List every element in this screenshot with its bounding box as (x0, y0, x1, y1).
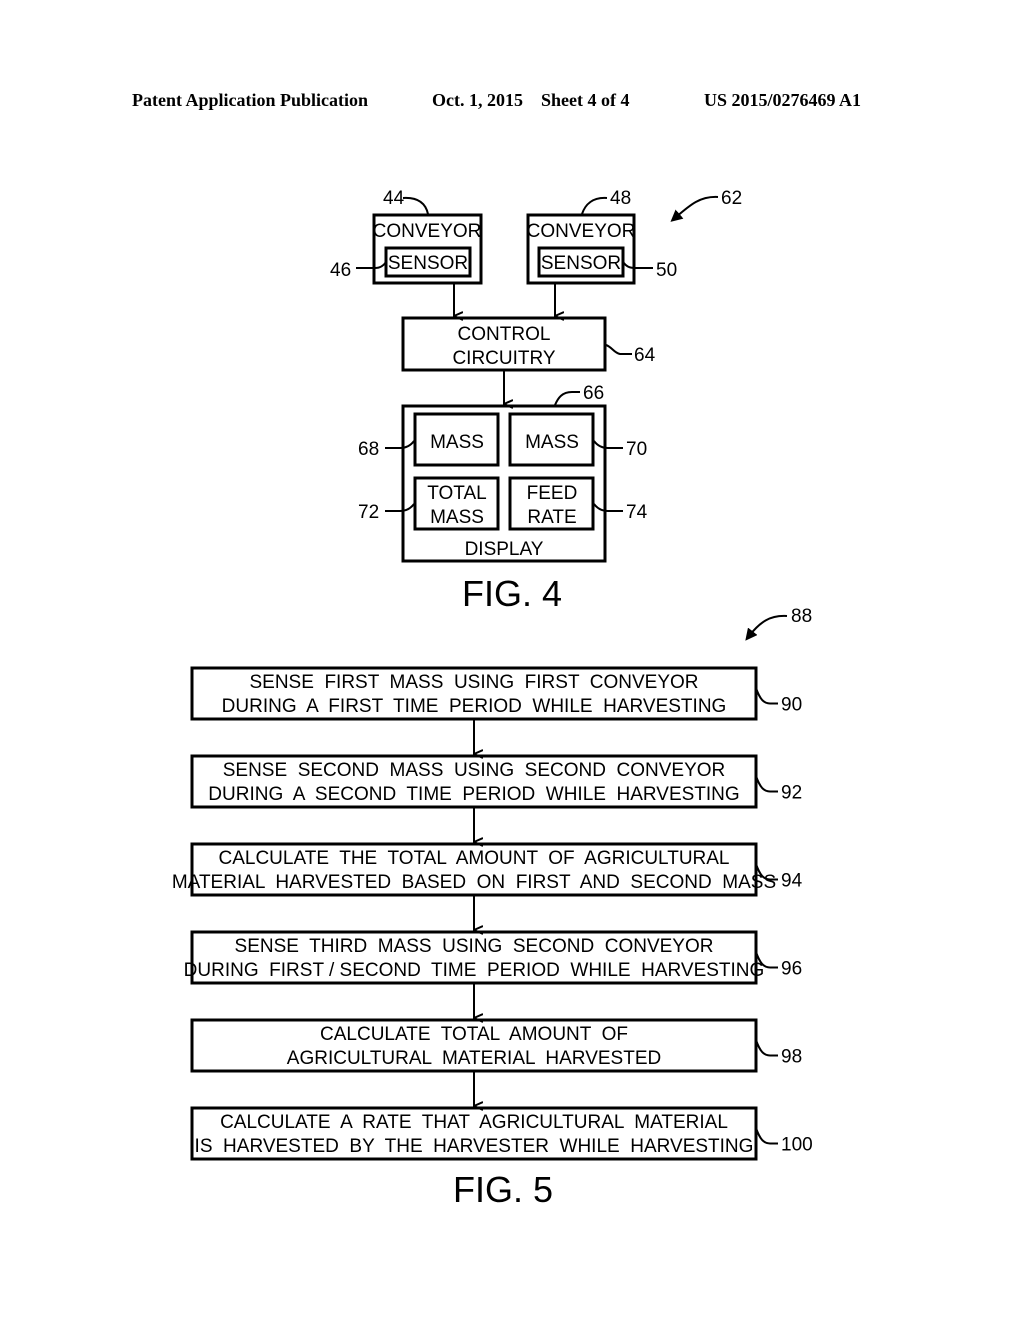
ref-92: 92 (781, 783, 802, 804)
ref-44: 44 (383, 188, 405, 209)
leader-68 (385, 440, 415, 449)
fig5-caption: FIG. 5 (453, 1169, 553, 1210)
leader-44 (402, 196, 429, 215)
ref-100: 100 (781, 1135, 813, 1156)
conveyor-2-block: CONVEYOR SENSOR (526, 213, 636, 285)
leader-74 (593, 503, 623, 512)
fig4: 62 CONVEYOR SENSOR 44 46 CONVEYOR SENSOR… (330, 188, 742, 614)
total-mass-line1: TOTAL (427, 483, 486, 504)
flow-step-92: SENSE SECOND MASS USING SECOND CONVEYOR D… (190, 754, 802, 809)
display-label: DISPLAY (465, 539, 544, 560)
ref-94: 94 (781, 871, 803, 892)
leader-48 (581, 196, 608, 215)
flow-step-line1: SENSE FIRST MASS USING FIRST CONVEYOR (249, 672, 698, 693)
sensor-1-label: SENSOR (388, 253, 468, 274)
flow-step-line2: IS HARVESTED BY THE HARVESTER WHILE HARV… (195, 1136, 754, 1157)
sensor-2-label: SENSOR (541, 253, 621, 274)
flow-step-line1: CALCULATE A RATE THAT AGRICULTURAL MATER… (220, 1112, 728, 1133)
ref-88: 88 (791, 606, 812, 627)
ref-46: 46 (330, 260, 351, 281)
ref-98: 98 (781, 1047, 802, 1068)
flow-step-line1: SENSE SECOND MASS USING SECOND CONVEYOR (223, 760, 726, 781)
flow-step-line1: CALCULATE TOTAL AMOUNT OF (320, 1024, 628, 1045)
leader-70 (593, 440, 623, 449)
leader-90 (755, 687, 778, 705)
ref-72: 72 (358, 502, 379, 523)
ref-74: 74 (626, 502, 648, 523)
display-block: MASS MASS TOTAL MASS FEED RATE DISPLAY (401, 404, 607, 563)
flow-step-line2: MATERIAL HARVESTED BASED ON FIRST AND SE… (172, 872, 776, 893)
ref-90: 90 (781, 695, 802, 716)
flow-step-line2: DURING A FIRST TIME PERIOD WHILE HARVEST… (222, 696, 727, 717)
feed-rate-line1: FEED (527, 483, 578, 504)
total-mass-line2: MASS (430, 507, 484, 528)
flow-step-line2: DURING FIRST / SECOND TIME PERIOD WHILE … (184, 960, 765, 981)
feed-rate-line2: RATE (527, 507, 576, 528)
control-circuitry-block: CONTROL CIRCUITRY (401, 316, 607, 372)
leader-100 (755, 1127, 778, 1145)
flow-step-90: SENSE FIRST MASS USING FIRST CONVEYOR DUR… (190, 666, 802, 721)
ref-96: 96 (781, 959, 802, 980)
leader-66 (554, 391, 580, 406)
ref-arrow-62 (670, 195, 719, 222)
conveyor-1-block: CONVEYOR SENSOR (372, 213, 483, 285)
control-line1: CONTROL (458, 324, 551, 345)
mass-2-label: MASS (525, 432, 579, 453)
leader-50 (622, 261, 653, 269)
ref-70: 70 (626, 439, 647, 460)
control-line2: CIRCUITRY (452, 348, 555, 369)
ref-50: 50 (656, 260, 677, 281)
leader-64 (605, 344, 632, 355)
figures-canvas: 62 CONVEYOR SENSOR 44 46 CONVEYOR SENSOR… (172, 188, 813, 1210)
leader-46 (356, 261, 387, 269)
flow-step-line2: AGRICULTURAL MATERIAL HARVESTED (287, 1048, 661, 1069)
flow-step-line1: CALCULATE THE TOTAL AMOUNT OF AGRICULTUR… (219, 848, 730, 869)
flow-step-100: CALCULATE A RATE THAT AGRICULTURAL MATER… (190, 1106, 813, 1161)
conveyor-2-label: CONVEYOR (527, 221, 636, 242)
flow-step-96: SENSE THIRD MASS USING SECOND CONVEYOR DU… (184, 930, 802, 985)
leader-92 (755, 775, 778, 793)
ref-arrow-88 (745, 614, 788, 641)
ref-66: 66 (583, 383, 604, 404)
ref-62: 62 (721, 188, 742, 209)
leader-72 (385, 503, 415, 512)
ref-48: 48 (610, 188, 631, 209)
flow-step-line2: DURING A SECOND TIME PERIOD WHILE HARVES… (208, 784, 739, 805)
flow-step-line1: SENSE THIRD MASS USING SECOND CONVEYOR (235, 936, 714, 957)
ref-68: 68 (358, 439, 379, 460)
leader-98 (755, 1039, 778, 1057)
fig5: 88 SENSE FIRST MASS USING FIRST CONVEYOR… (172, 606, 813, 1210)
ref-64: 64 (634, 345, 656, 366)
conveyor-1-label: CONVEYOR (373, 221, 482, 242)
flow-step-94: CALCULATE THE TOTAL AMOUNT OF AGRICULTUR… (172, 842, 803, 897)
fig4-caption: FIG. 4 (462, 573, 562, 614)
mass-1-label: MASS (430, 432, 484, 453)
flow-step-98: CALCULATE TOTAL AMOUNT OF AGRICULTURAL MA… (190, 1018, 802, 1073)
